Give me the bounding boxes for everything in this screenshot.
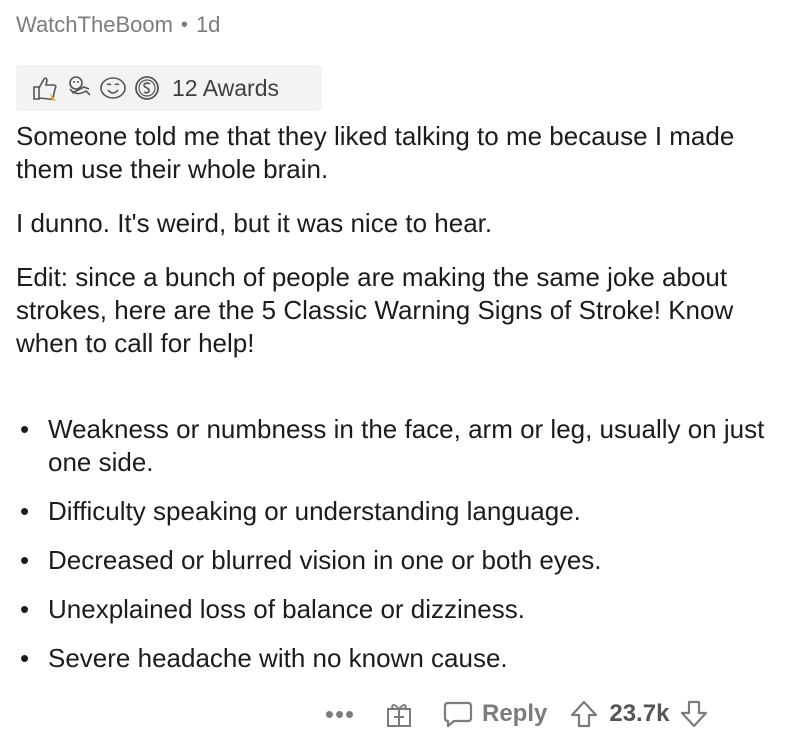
list-item-text: Severe headache with no known cause. bbox=[48, 643, 508, 673]
list-item-text: Difficulty speaking or understanding lan… bbox=[48, 496, 581, 526]
list-item-text: Decreased or blurred vision in one or bo… bbox=[48, 545, 602, 575]
bullet: • bbox=[20, 643, 30, 673]
header-separator: • bbox=[180, 13, 188, 36]
list-item: • Difficulty speaking or understanding la… bbox=[16, 495, 786, 528]
bullet: • bbox=[20, 496, 30, 526]
laughing-face-award-icon bbox=[98, 73, 128, 103]
stroke-signs-list: • Weakness or numbness in the face, arm o… bbox=[16, 413, 786, 691]
awards-bar[interactable]: 12 Awards bbox=[16, 65, 322, 111]
list-item: • Severe headache with no known cause. bbox=[16, 642, 786, 675]
list-item: • Weakness or numbness in the face, arm o… bbox=[16, 413, 786, 479]
bullet: • bbox=[20, 414, 30, 444]
comment-paragraph: Edit: since a bunch of people are making… bbox=[16, 262, 734, 358]
comment-body: Someone told me that they liked talking … bbox=[16, 120, 786, 381]
comment-paragraph: Someone told me that they liked talking … bbox=[16, 121, 735, 184]
list-item-text: Weakness or numbness in the face, arm or… bbox=[48, 414, 765, 477]
wholesome-award-icon bbox=[30, 73, 60, 103]
author-name[interactable]: WatchTheBoom bbox=[16, 12, 173, 38]
vote-score: 23.7k bbox=[609, 700, 670, 727]
vote-controls: 23.7k bbox=[569, 699, 709, 729]
reply-label: Reply bbox=[482, 700, 548, 727]
hugz-award-icon bbox=[64, 73, 94, 103]
chat-bubble-icon bbox=[442, 699, 474, 729]
comment-header: WatchTheBoom • 1d bbox=[16, 12, 220, 38]
upvote-arrow-icon[interactable] bbox=[569, 699, 599, 729]
gift-icon[interactable] bbox=[384, 699, 414, 729]
reply-button[interactable]: Reply bbox=[442, 699, 547, 729]
list-item: • Decreased or blurred vision in one or b… bbox=[16, 544, 786, 577]
bullet: • bbox=[20, 594, 30, 624]
comment-paragraph: I dunno. It's weird, but it was nice to … bbox=[16, 208, 493, 238]
awards-count: 12 Awards bbox=[172, 74, 279, 101]
comment-age[interactable]: 1d bbox=[196, 12, 220, 38]
comment-actions: ••• Reply 23.7k bbox=[310, 692, 709, 736]
bullet: • bbox=[20, 545, 30, 575]
list-item-text: Unexplained loss of balance or dizziness… bbox=[48, 594, 525, 624]
list-item: • Unexplained loss of balance or dizzines… bbox=[16, 593, 786, 626]
silver-coin-award-icon bbox=[132, 73, 162, 103]
downvote-arrow-icon[interactable] bbox=[679, 699, 709, 729]
more-options-icon[interactable]: ••• bbox=[310, 699, 370, 730]
